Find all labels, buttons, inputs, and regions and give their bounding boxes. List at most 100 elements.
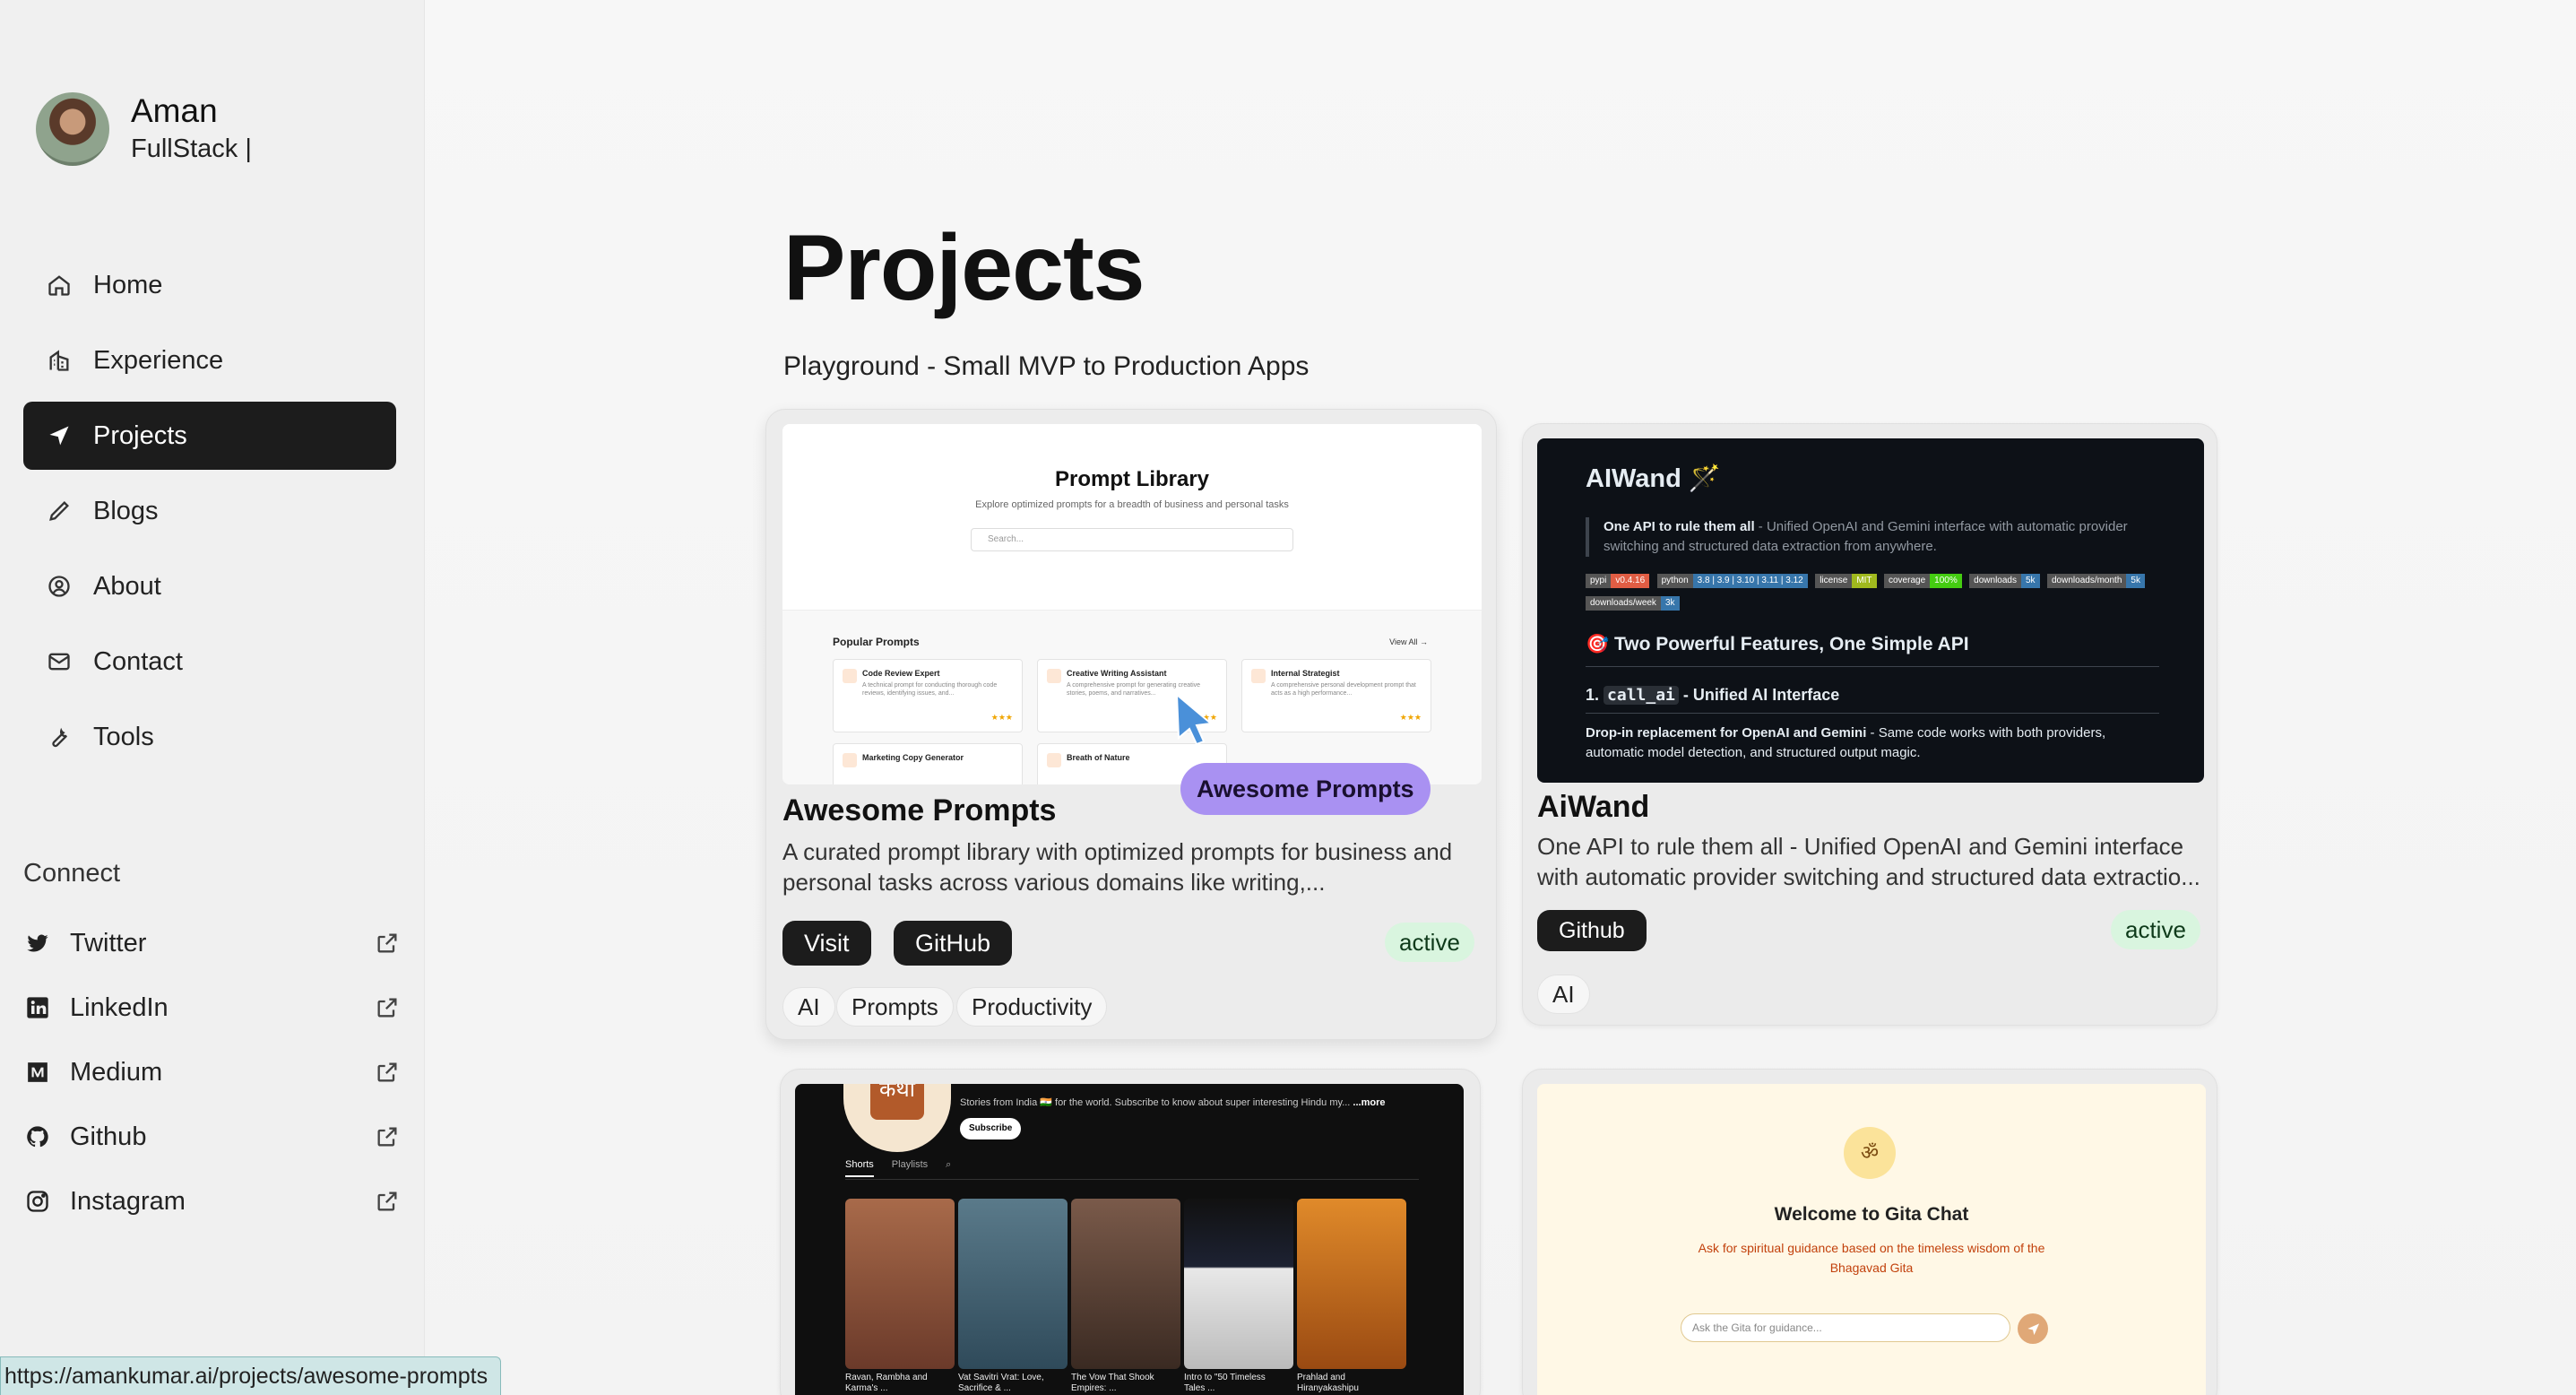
project-card-aiwand[interactable]: AIWand 🪄 One API to rule them all - Unif… bbox=[1522, 423, 2217, 1026]
video-caption: The Vow That Shook Empires: ... bbox=[1071, 1373, 1154, 1393]
nav-item-contact[interactable]: Contact bbox=[23, 628, 396, 696]
connect-item-twitter[interactable]: Twitter bbox=[23, 911, 400, 975]
divider bbox=[845, 1179, 1419, 1180]
prompt-title: Marketing Copy Generator bbox=[862, 753, 964, 762]
nav-item-projects[interactable]: Projects bbox=[23, 402, 396, 470]
tag-productivity: Productivity bbox=[956, 987, 1108, 1027]
badge: downloads/month 5k bbox=[2047, 574, 2145, 588]
more-link: ...more bbox=[1353, 1097, 1386, 1108]
project-title: Awesome Prompts bbox=[782, 793, 1057, 827]
connect-item-instagram[interactable]: Instagram bbox=[23, 1169, 400, 1234]
channel-logo: कथा bbox=[843, 1084, 951, 1152]
connect-label: Medium bbox=[70, 1057, 163, 1087]
h3-code: call_ai bbox=[1604, 686, 1679, 705]
medium-icon bbox=[23, 1058, 52, 1087]
star-rating: ★★★ bbox=[990, 713, 1013, 722]
tab-shorts: Shorts bbox=[845, 1159, 874, 1177]
pen-icon bbox=[45, 497, 73, 525]
github-button[interactable]: Github bbox=[1537, 910, 1647, 951]
nav-item-home[interactable]: Home bbox=[23, 251, 396, 319]
badge: pypi v0.4.16 bbox=[1586, 574, 1650, 588]
prompt-card: Internal Strategist A comprehensive pers… bbox=[1241, 659, 1431, 732]
project-preview-image[interactable]: Prompt Library Explore optimized prompts… bbox=[782, 424, 1482, 784]
prompt-title: Code Review Expert bbox=[862, 669, 940, 678]
preview-paragraph: Drop-in replacement for OpenAI and Gemin… bbox=[1586, 723, 2159, 763]
preview-heading: 🎯 Two Powerful Features, One Simple API bbox=[1586, 634, 1969, 654]
quote-bold: One API to rule them all bbox=[1604, 519, 1755, 534]
connect-heading: Connect bbox=[23, 859, 121, 888]
connect-item-linkedin[interactable]: LinkedIn bbox=[23, 975, 400, 1040]
subscribe-button: Subscribe bbox=[960, 1118, 1022, 1139]
badge-value: 5k bbox=[2020, 574, 2040, 588]
connect-item-medium[interactable]: Medium bbox=[23, 1040, 400, 1105]
prompt-icon bbox=[1251, 669, 1266, 683]
main-content: Projects Playground - Small MVP to Produ… bbox=[425, 0, 2576, 1395]
prompt-icon bbox=[843, 669, 857, 683]
nav-label: About bbox=[93, 571, 161, 601]
project-preview-image[interactable]: AIWand 🪄 One API to rule them all - Unif… bbox=[1537, 438, 2204, 783]
badge-value: MIT bbox=[1852, 574, 1877, 588]
nav-label: Tools bbox=[93, 722, 154, 751]
nav-label: Blogs bbox=[93, 496, 159, 525]
nav-item-tools[interactable]: Tools bbox=[23, 703, 396, 771]
connect-list: Twitter LinkedIn Medium Github Instagram bbox=[23, 911, 400, 1234]
badge-key: license bbox=[1815, 574, 1853, 588]
prompt-icon bbox=[843, 753, 857, 767]
channel-line: Stories from India 🇮🇳 for the world. Sub… bbox=[960, 1097, 1351, 1108]
project-preview-image[interactable]: ॐ Welcome to Gita Chat Ask for spiritual… bbox=[1537, 1084, 2206, 1395]
preview-subtitle: Ask for spiritual guidance based on the … bbox=[1698, 1241, 2045, 1275]
badge-value: 3k bbox=[1660, 596, 1680, 611]
badge: license MIT bbox=[1815, 574, 1877, 588]
badge-key: downloads/week bbox=[1586, 596, 1661, 611]
nav-item-blogs[interactable]: Blogs bbox=[23, 477, 396, 545]
profile: Aman FullStack | bbox=[36, 91, 252, 167]
nav-item-about[interactable]: About bbox=[23, 552, 396, 620]
preview-subheading: 1. call_ai - Unified AI Interface bbox=[1586, 686, 1839, 705]
badge-key: pypi bbox=[1586, 574, 1612, 588]
twitter-icon bbox=[23, 929, 52, 957]
tag-ai: AI bbox=[782, 987, 835, 1027]
h3-prefix: 1. bbox=[1586, 686, 1604, 704]
project-card-gita-chat[interactable]: ॐ Welcome to Gita Chat Ask for spiritual… bbox=[1522, 1069, 2217, 1395]
profile-role: FullStack | bbox=[131, 134, 252, 163]
p-bold: Drop-in replacement for OpenAI and Gemin… bbox=[1586, 725, 1867, 741]
github-icon bbox=[23, 1122, 52, 1151]
search-icon: ⌕ bbox=[946, 1159, 952, 1170]
badge: python 3.8 | 3.9 | 3.10 | 3.11 | 3.12 bbox=[1656, 574, 1808, 588]
sidebar: Aman FullStack | Home Experience Project… bbox=[0, 0, 425, 1395]
prompt-title: Internal Strategist bbox=[1271, 669, 1340, 678]
building-icon bbox=[45, 346, 73, 375]
prompt-title: Creative Writing Assistant bbox=[1067, 669, 1167, 678]
avatar bbox=[36, 92, 109, 166]
preview-quote: One API to rule them all - Unified OpenA… bbox=[1586, 517, 2159, 557]
nav-label: Contact bbox=[93, 646, 183, 676]
channel-logo-text: कथा bbox=[870, 1084, 924, 1120]
project-preview-image[interactable]: कथा Stories from India 🇮🇳 for the world.… bbox=[795, 1084, 1464, 1395]
connect-item-github[interactable]: Github bbox=[23, 1105, 400, 1169]
tag-ai: AI bbox=[1537, 975, 1590, 1014]
video-caption: Prahlad and Hiranyakashipu bbox=[1297, 1373, 1359, 1393]
preview-title: AIWand 🪄 bbox=[1586, 464, 1722, 493]
nav-label: Home bbox=[93, 270, 163, 299]
divider bbox=[1586, 666, 2159, 667]
project-card-awesome-prompts[interactable]: Prompt Library Explore optimized prompts… bbox=[765, 409, 1497, 1040]
video-thumbnail bbox=[1071, 1199, 1180, 1369]
preview-view-all: View All → bbox=[1389, 637, 1428, 646]
visit-button[interactable]: Visit bbox=[782, 921, 871, 966]
badge-value: 100% bbox=[1930, 574, 1962, 588]
mail-icon bbox=[45, 647, 73, 676]
connect-label: Github bbox=[70, 1122, 147, 1151]
nav-label: Projects bbox=[93, 420, 187, 450]
prompt-desc: A technical prompt for conducting thorou… bbox=[862, 682, 998, 697]
star-rating: ★★★ bbox=[1399, 713, 1422, 722]
github-button[interactable]: GitHub bbox=[894, 921, 1013, 966]
preview-chat-input: Ask the Gita for guidance... bbox=[1681, 1313, 2010, 1342]
nav-item-experience[interactable]: Experience bbox=[23, 326, 396, 394]
preview-body: Popular Prompts View All → Code Review E… bbox=[782, 611, 1482, 784]
project-card-katha[interactable]: कथा Stories from India 🇮🇳 for the world.… bbox=[780, 1069, 1481, 1395]
badge-key: downloads/month bbox=[2047, 574, 2127, 588]
preview-subtitle: Explore optimized prompts for a breadth … bbox=[975, 499, 1289, 510]
badge-key: downloads bbox=[1969, 574, 2021, 588]
prompt-desc: A comprehensive personal development pro… bbox=[1271, 682, 1416, 697]
home-icon bbox=[45, 271, 73, 299]
